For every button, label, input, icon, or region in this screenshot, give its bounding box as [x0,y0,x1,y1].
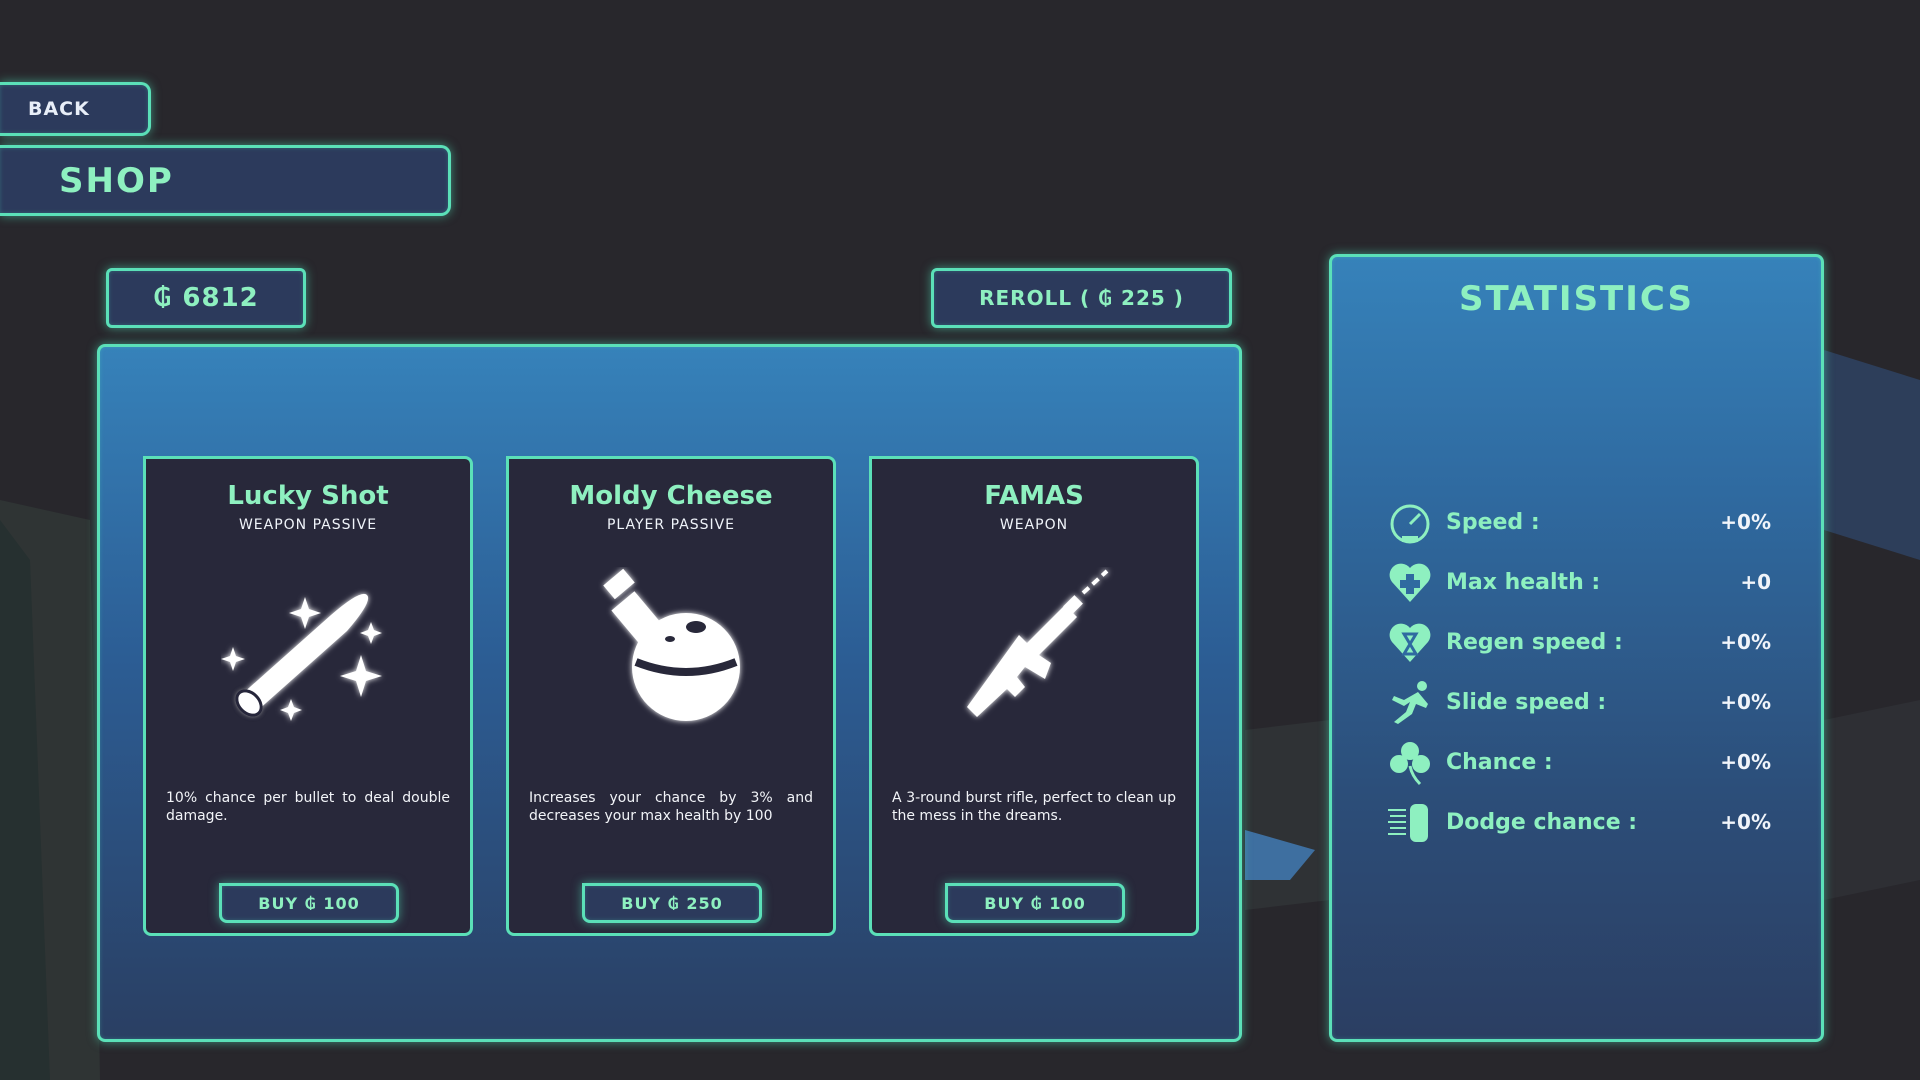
currency-icon: ₲ [153,283,173,313]
shop-panel: Lucky Shot WEAPON PASSIVE 10% chance per… [97,344,1242,1042]
back-button-label: BACK [28,98,90,120]
item-price: 250 [686,893,723,913]
item-price: 100 [1049,893,1086,913]
stat-label: Speed : [1446,509,1540,535]
currency-icon: ₲ [304,893,317,913]
item-type: WEAPON [999,517,1069,533]
stat-row-max-health: Max health : +0 [1386,557,1771,607]
buy-label: BUY [621,893,662,913]
stat-value: +0% [1720,510,1771,534]
reroll-button[interactable]: REROLL ( ₲ 225 ) [931,268,1232,328]
buy-button[interactable]: BUY ₲ 250 [582,883,762,923]
back-button[interactable]: BACK [0,82,151,136]
item-description: A 3-round burst rifle, perfect to clean … [892,790,1176,824]
statistics-title: STATISTICS [1459,279,1694,319]
stat-row-chance: Chance : +0% [1386,737,1771,787]
shop-card-moldy-cheese: Moldy Cheese PLAYER PASSIVE Increases yo… [506,456,836,936]
stat-label: Max health : [1446,569,1601,595]
dodge-figure-icon [1388,804,1428,842]
currency-icon: ₲ [667,893,680,913]
buy-button[interactable]: BUY ₲ 100 [219,883,399,923]
item-name: Lucky Shot [227,481,389,511]
stat-label: Chance : [1446,749,1553,775]
stat-row-speed: Speed : +0% [1386,497,1771,547]
reroll-suffix: ) [1173,286,1184,310]
rifle-icon [967,569,1109,717]
heart-hourglass-icon [1389,623,1431,662]
reroll-label: REROLL ( [979,286,1091,310]
potion-icon [603,568,740,721]
stat-value: +0% [1720,690,1771,714]
item-type: PLAYER PASSIVE [606,517,736,533]
buy-label: BUY [258,893,299,913]
page-title: SHOP [59,160,174,201]
reroll-cost: 225 [1121,286,1166,310]
heart-plus-icon [1389,563,1431,602]
item-name: Moldy Cheese [569,481,773,511]
stat-value: +0% [1720,750,1771,774]
buy-label: BUY [984,893,1025,913]
stat-value: +0 [1740,570,1771,594]
item-name: FAMAS [984,481,1084,511]
currency-icon: ₲ [1098,286,1114,310]
stat-row-slide-speed: Slide speed : +0% [1386,677,1771,727]
stat-row-dodge-chance: Dodge chance : +0% [1386,797,1771,847]
shop-card-lucky-shot: Lucky Shot WEAPON PASSIVE 10% chance per… [143,456,473,936]
shop-title-bar: SHOP [0,145,451,216]
stat-label: Regen speed : [1446,629,1623,655]
stat-value: +0% [1720,630,1771,654]
bullet-icon [221,593,382,721]
stat-label: Dodge chance : [1446,809,1638,835]
currency-icon: ₲ [1030,893,1043,913]
item-description: Increases your chance by 3% and decrease… [529,790,813,824]
buy-button[interactable]: BUY ₲ 100 [945,883,1125,923]
stat-row-regen-speed: Regen speed : +0% [1386,617,1771,667]
clover-icon [1390,742,1430,786]
item-description: 10% chance per bullet to deal double dam… [166,790,450,824]
statistics-panel: STATISTICS Speed : +0% Max health : +0 R… [1329,254,1824,1042]
stat-value: +0% [1720,810,1771,834]
gold-balance: ₲ 6812 [106,268,306,328]
sliding-runner-icon [1392,681,1428,724]
speedometer-icon [1390,504,1430,544]
stat-label: Slide speed : [1446,689,1607,715]
gold-amount: 6812 [182,283,259,313]
item-price: 100 [323,893,360,913]
shop-card-famas: FAMAS WEAPON A 3-round burst rifle, perf… [869,456,1199,936]
item-type: WEAPON PASSIVE [238,517,378,533]
